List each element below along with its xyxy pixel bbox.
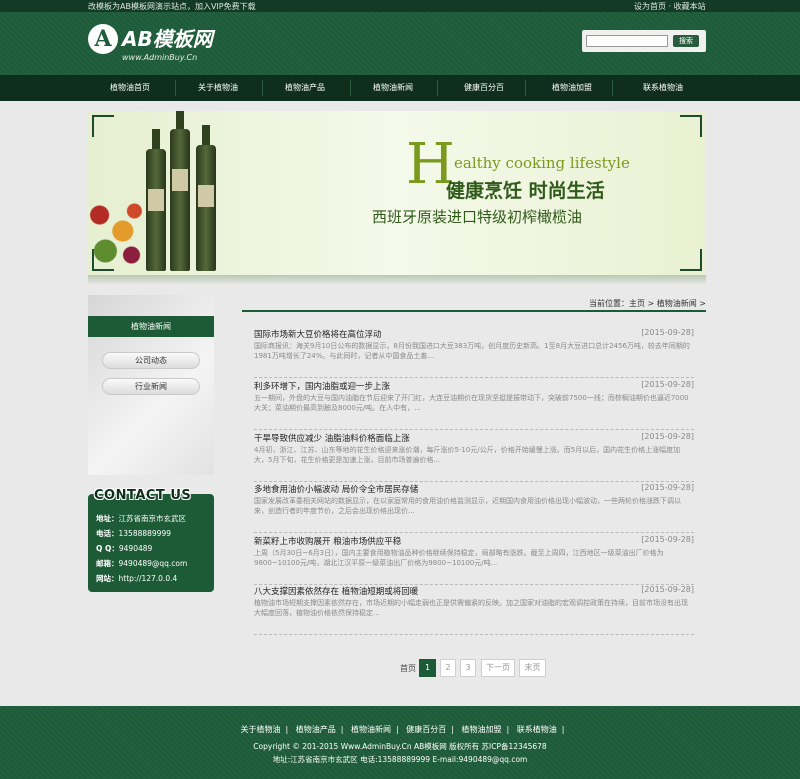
top-bar-links[interactable]: 设为首页 · 收藏本站 (634, 1, 706, 12)
news-date: [2015-09-28] (641, 585, 694, 594)
news-item: 利多环增下，国内油脂或迎一步上涨 [2015-09-28] 五一期间，外盘的大豆… (254, 380, 694, 430)
contact-phone: 电话：13588889999 (96, 529, 171, 538)
oil-bottle-image (146, 129, 166, 271)
news-summary: 国家发展改革委相关网站的数据显示，在以家庭常用的食用油价格监测显示，近期国内食用… (254, 497, 681, 515)
contact-box: CONTACT US 地址：江苏省南京市玄武区 电话：13588889999 Q… (88, 488, 214, 592)
banner-corner (92, 115, 114, 137)
oil-bottle-image (196, 125, 216, 271)
banner-corner (680, 249, 702, 271)
footer-links: 关于植物油 | 植物油产品 | 植物油新闻 | 健康百分百 | 植物油加盟 | 联系植物油… (240, 725, 565, 734)
news-summary: 国际商报讯：海关9月10日公布的数据显示，8月份我国进口大豆383万吨，创月度历… (254, 342, 690, 360)
main-nav: 植物油首页 关于植物油 植物油产品 植物油新闻 健康百分百 植物油加盟 联系植物… (0, 75, 800, 101)
nav-item-news[interactable]: 植物油新闻 (358, 75, 428, 101)
contact-address: 地址：江苏省南京市玄武区 (96, 514, 186, 523)
sidebar-item-company-news[interactable]: 公司动态 (102, 352, 200, 369)
contact-email: 邮箱：9490489@qq.com (96, 559, 188, 568)
hero-banner: H ealthy cooking lifestyle 健康烹饪 时尚生活 西班牙… (88, 111, 706, 285)
sidebar: 植物油新闻 公司动态 行业新闻 (88, 295, 214, 475)
news-date: [2015-09-28] (641, 432, 694, 441)
news-title[interactable]: 利多环增下，国内油脂或迎一步上涨 (254, 380, 390, 392)
news-title[interactable]: 八大支撑因素依然存在 植物油短期或将回暖 (254, 585, 418, 597)
top-bar-notice[interactable]: 改模板为AB模板网演示站点，加入VIP免费下载 (88, 1, 256, 12)
nav-item-home[interactable]: 植物油首页 (95, 75, 165, 101)
pager-page[interactable]: 3 (460, 659, 476, 677)
breadcrumb: 当前位置：主页 > 植物油新闻 > (242, 297, 706, 312)
nav-divider (350, 80, 351, 96)
pager-next[interactable]: 下一页 (481, 659, 515, 677)
news-item: 多地食用油价小幅波动 局价令全市居民存储 [2015-09-28] 国家发展改革… (254, 483, 694, 533)
nav-divider (525, 80, 526, 96)
news-summary: 4月初，浙江、江苏、山东等地的花生价格迎来涨价潮，每斤涨价5-10元/公斤，价格… (254, 446, 681, 464)
footer-link-franchise[interactable]: 植物油加盟 (462, 725, 502, 734)
nav-divider (612, 80, 613, 96)
news-item: 干旱导致供应减少 油脂油料价格面临上涨 [2015-09-28] 4月初，浙江、… (254, 432, 694, 482)
news-date: [2015-09-28] (641, 483, 694, 492)
nav-divider (437, 80, 438, 96)
pager-first[interactable]: 首页 (400, 663, 416, 674)
news-date: [2015-09-28] (641, 328, 694, 337)
news-title[interactable]: 新菜籽上市收购展开 粮油市场供应平稳 (254, 535, 401, 547)
banner-shadow (88, 275, 706, 285)
news-summary: 植物油市场短期支撑因素依然存在，市场近期的小幅走弱也正是供需偏紧的反映。加之国家… (254, 599, 688, 617)
pager-page[interactable]: 2 (440, 659, 456, 677)
news-date: [2015-09-28] (641, 380, 694, 389)
contact-qq: Q Q：9490489 (96, 544, 153, 553)
news-item: 八大支撑因素依然存在 植物油短期或将回暖 [2015-09-28] 植物油市场短… (254, 585, 694, 635)
news-item: 新菜籽上市收购展开 粮油市场供应平稳 [2015-09-28] 上周（5月30日… (254, 535, 694, 585)
footer-link-about[interactable]: 关于植物油 (241, 725, 281, 734)
nav-divider (262, 80, 263, 96)
header: 改模板为AB模板网演示站点，加入VIP免费下载 设为首页 · 收藏本站 A AB… (0, 0, 800, 75)
news-title[interactable]: 干旱导致供应减少 油脂油料价格面临上涨 (254, 432, 410, 444)
news-item: 国际市场新大豆价格将在高位浮动 [2015-09-28] 国际商报讯：海关9月1… (254, 328, 694, 378)
nav-item-contact[interactable]: 联系植物油 (628, 75, 698, 101)
news-summary: 五一期间，外盘的大豆与国内油脂在节后迎来了开门红，大连豆油期价在现货坚挺提振带动… (254, 394, 689, 412)
banner-corner (680, 115, 702, 137)
nav-item-about[interactable]: 关于植物油 (183, 75, 253, 101)
contact-title: CONTACT US (94, 488, 192, 503)
search-button[interactable]: 搜索 (673, 35, 699, 47)
oil-bottle-image (170, 111, 190, 271)
news-date: [2015-09-28] (641, 535, 694, 544)
breadcrumb-text[interactable]: 当前位置：主页 > 植物油新闻 > (589, 298, 706, 309)
banner-subtitle: 西班牙原装进口特级初榨橄榄油 (372, 208, 583, 226)
contact-website: 网站：http://127.0.0.4 (96, 574, 178, 583)
pager-last[interactable]: 末页 (519, 659, 546, 677)
nav-divider (175, 80, 176, 96)
logo-mark: A (88, 24, 118, 54)
sidebar-title: 植物油新闻 (88, 316, 214, 337)
news-summary: 上周（5月30日~6月3日），国内主要食用植物油品种价格继续保持稳定，局部略有涨… (254, 549, 664, 567)
banner-english-slogan: ealthy cooking lifestyle (454, 154, 630, 172)
top-bar: 改模板为AB模板网演示站点，加入VIP免费下载 设为首页 · 收藏本站 (0, 0, 800, 12)
pager-page-current[interactable]: 1 (419, 659, 436, 677)
footer-link-health[interactable]: 健康百分百 (406, 725, 446, 734)
logo-name: AB模板网 (122, 27, 213, 51)
footer-link-contact[interactable]: 联系植物油 (517, 725, 557, 734)
sidebar-item-industry-news[interactable]: 行业新闻 (102, 378, 200, 395)
banner-slogan: 健康烹饪 时尚生活 (446, 180, 605, 202)
nav-item-products[interactable]: 植物油产品 (270, 75, 340, 101)
search-box: 搜索 (582, 30, 706, 52)
fruits-image (88, 191, 146, 271)
nav-item-franchise[interactable]: 植物油加盟 (537, 75, 607, 101)
logo-url: www.AdminBuy.Cn (122, 53, 198, 62)
nav-item-health[interactable]: 健康百分百 (449, 75, 519, 101)
footer-address: 地址:江苏省南京市玄武区 电话:13588889999 E-mail:94904… (272, 755, 528, 764)
search-input[interactable] (586, 35, 668, 47)
news-title[interactable]: 国际市场新大豆价格将在高位浮动 (254, 328, 382, 340)
site-logo[interactable]: A AB模板网 www.AdminBuy.Cn (88, 24, 238, 64)
footer-copyright: Copyright © 201-2015 Www.AdminBuy.Cn AB模… (253, 742, 547, 751)
news-title[interactable]: 多地食用油价小幅波动 局价令全市居民存储 (254, 483, 418, 495)
footer-link-products[interactable]: 植物油产品 (296, 725, 336, 734)
footer-link-news[interactable]: 植物油新闻 (351, 725, 391, 734)
footer: 关于植物油 | 植物油产品 | 植物油新闻 | 健康百分百 | 植物油加盟 | 联系植物油… (0, 706, 800, 779)
